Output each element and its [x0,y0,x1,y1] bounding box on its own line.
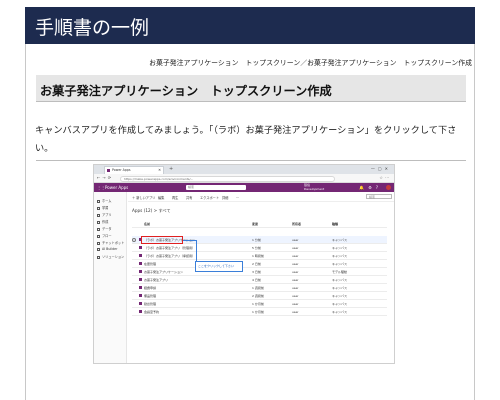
table-row: お菓子発注アプリケーション 3 日前 user モデル駆動 [132,268,387,276]
nav-item-create: 作成 [102,220,109,224]
col-type: 種類 [332,222,339,226]
environment-label: 環境 Development [304,183,325,191]
table-row: 経費申請 1 週間前 user キャンバス [132,284,387,292]
browser-tab-bar: Power Apps ✕ + —▢✕ [94,165,394,174]
table-icon [97,227,100,231]
powerapps-header: ⋮⋮ Power Apps 検索 環境 Development 🔔⚙? [94,183,394,192]
nav-item-flows: フロー [102,234,112,238]
solutions-icon [97,255,100,259]
nav-item-home: ホーム [102,199,112,203]
cmd-share: 共有 [186,196,193,200]
nav-item-data: データ [102,227,112,231]
browser-nav-icons: ←→⟳ [97,175,114,180]
cmd-edit: 編集 [158,196,165,200]
header-search: 検索 [186,185,246,190]
ai-icon [97,247,100,251]
section-header: お菓子発注アプリケーション トップスクリーン作成 [36,75,466,102]
divider [36,160,466,161]
screenshot-image: Power Apps ✕ + —▢✕ ←→⟳ https://make.powe… [93,164,395,364]
cmd-export: エクスポート [200,196,220,200]
flow-icon [97,234,100,238]
plus-icon: + [169,166,174,172]
url-field: https://make.powerapps.com/environments/… [120,175,335,182]
apps-icon [97,213,100,217]
window-controls: —▢✕ [370,166,391,171]
header-icons: 🔔⚙? [359,184,382,190]
waffle-icon: ⋮⋮ [97,185,105,190]
app-icon [139,254,142,257]
breadcrumb: お菓子発注アプリケーション トップスクリーン／お菓子発注アプリケーション トップ… [149,59,472,67]
browser-tab-label: Power Apps [112,168,131,172]
command-bar: ＋ 新しいアプリ 編集 再生 共有 エクスポート 詳細 … 検索 [128,192,394,202]
row-checkbox [132,238,136,242]
table-row: （ラボ）お菓子発注アプリ（管理用） 5 分前 user キャンバス [132,244,387,252]
book-icon [97,206,100,210]
table-row: 勤怠管理 1 か月前 user キャンバス [132,300,387,308]
plus-icon [97,220,100,224]
app-icon [139,246,142,249]
app-icon [139,278,142,281]
table-row: （ラボ）お菓子発注アプリ（承認用） 1 時間前 user キャンバス [132,252,387,260]
table-row: 在庫管理 2 日前 user キャンバス [132,260,387,268]
browser-tab: Power Apps ✕ [104,166,164,174]
cmd-more: … [236,195,240,199]
app-icon [139,294,142,297]
title-bar: 手順書の一例 [25,7,475,44]
nav-item-learn: 学習 [102,206,109,210]
left-nav: ホーム 学習 アプリ 作成 データ フロー チャットボット AI Builder… [94,192,127,363]
table-row: お菓子発注アプリ 4 日前 user キャンバス [132,276,387,284]
close-icon: ✕ [158,168,161,172]
instruction-text: キャンバスアプリを作成してみましょう。「（ラボ）お菓子発注アプリケーション」をク… [35,125,457,154]
col-modified: 変更 [252,222,259,226]
powerapps-icon [107,169,110,172]
app-name: Power Apps [105,184,129,190]
app-icon [139,270,142,273]
browser-toolbar-icons: ☆⋯ [379,175,391,180]
nav-item-ai-builder: AI Builder [102,247,118,251]
callout-annotation: ここをクリックして下さい [195,261,243,272]
table-row: 備品管理 2 週間前 user キャンバス [132,292,387,300]
nav-item-chatbots: チャットボット [102,241,125,245]
cmd-details: 詳細 [222,196,229,200]
app-icon [139,262,142,265]
cmd-play: 再生 [172,196,179,200]
table-row: 会議室予約 1 か月前 user キャンバス [132,308,387,316]
nav-item-solutions: ソリューション [102,255,125,259]
app-icon [139,310,142,313]
cmd-new-app: ＋ 新しいアプリ [132,196,156,200]
apps-breadcrumb: Apps (12) > すべて [132,208,171,213]
command-search: 検索 [366,194,392,199]
highlight-box [141,236,183,244]
page-title: 手順書の一例 [35,17,150,39]
home-icon [97,199,100,203]
app-icon [139,302,142,305]
bot-icon [97,241,100,245]
nav-item-apps: アプリ [102,213,112,217]
app-icon [139,286,142,289]
section-heading: お菓子発注アプリケーション トップスクリーン作成 [40,84,332,98]
table-header: 名前 変更 所有者 種類 [132,220,387,228]
document-page: お菓子発注アプリケーション トップスクリーン／お菓子発注アプリケーション トップ… [25,44,475,400]
avatar [386,185,391,190]
callout-connector [183,240,197,263]
address-bar: ←→⟳ https://make.powerapps.com/environme… [94,174,394,183]
col-owner: 所有者 [292,222,302,226]
col-name: 名前 [144,222,151,226]
